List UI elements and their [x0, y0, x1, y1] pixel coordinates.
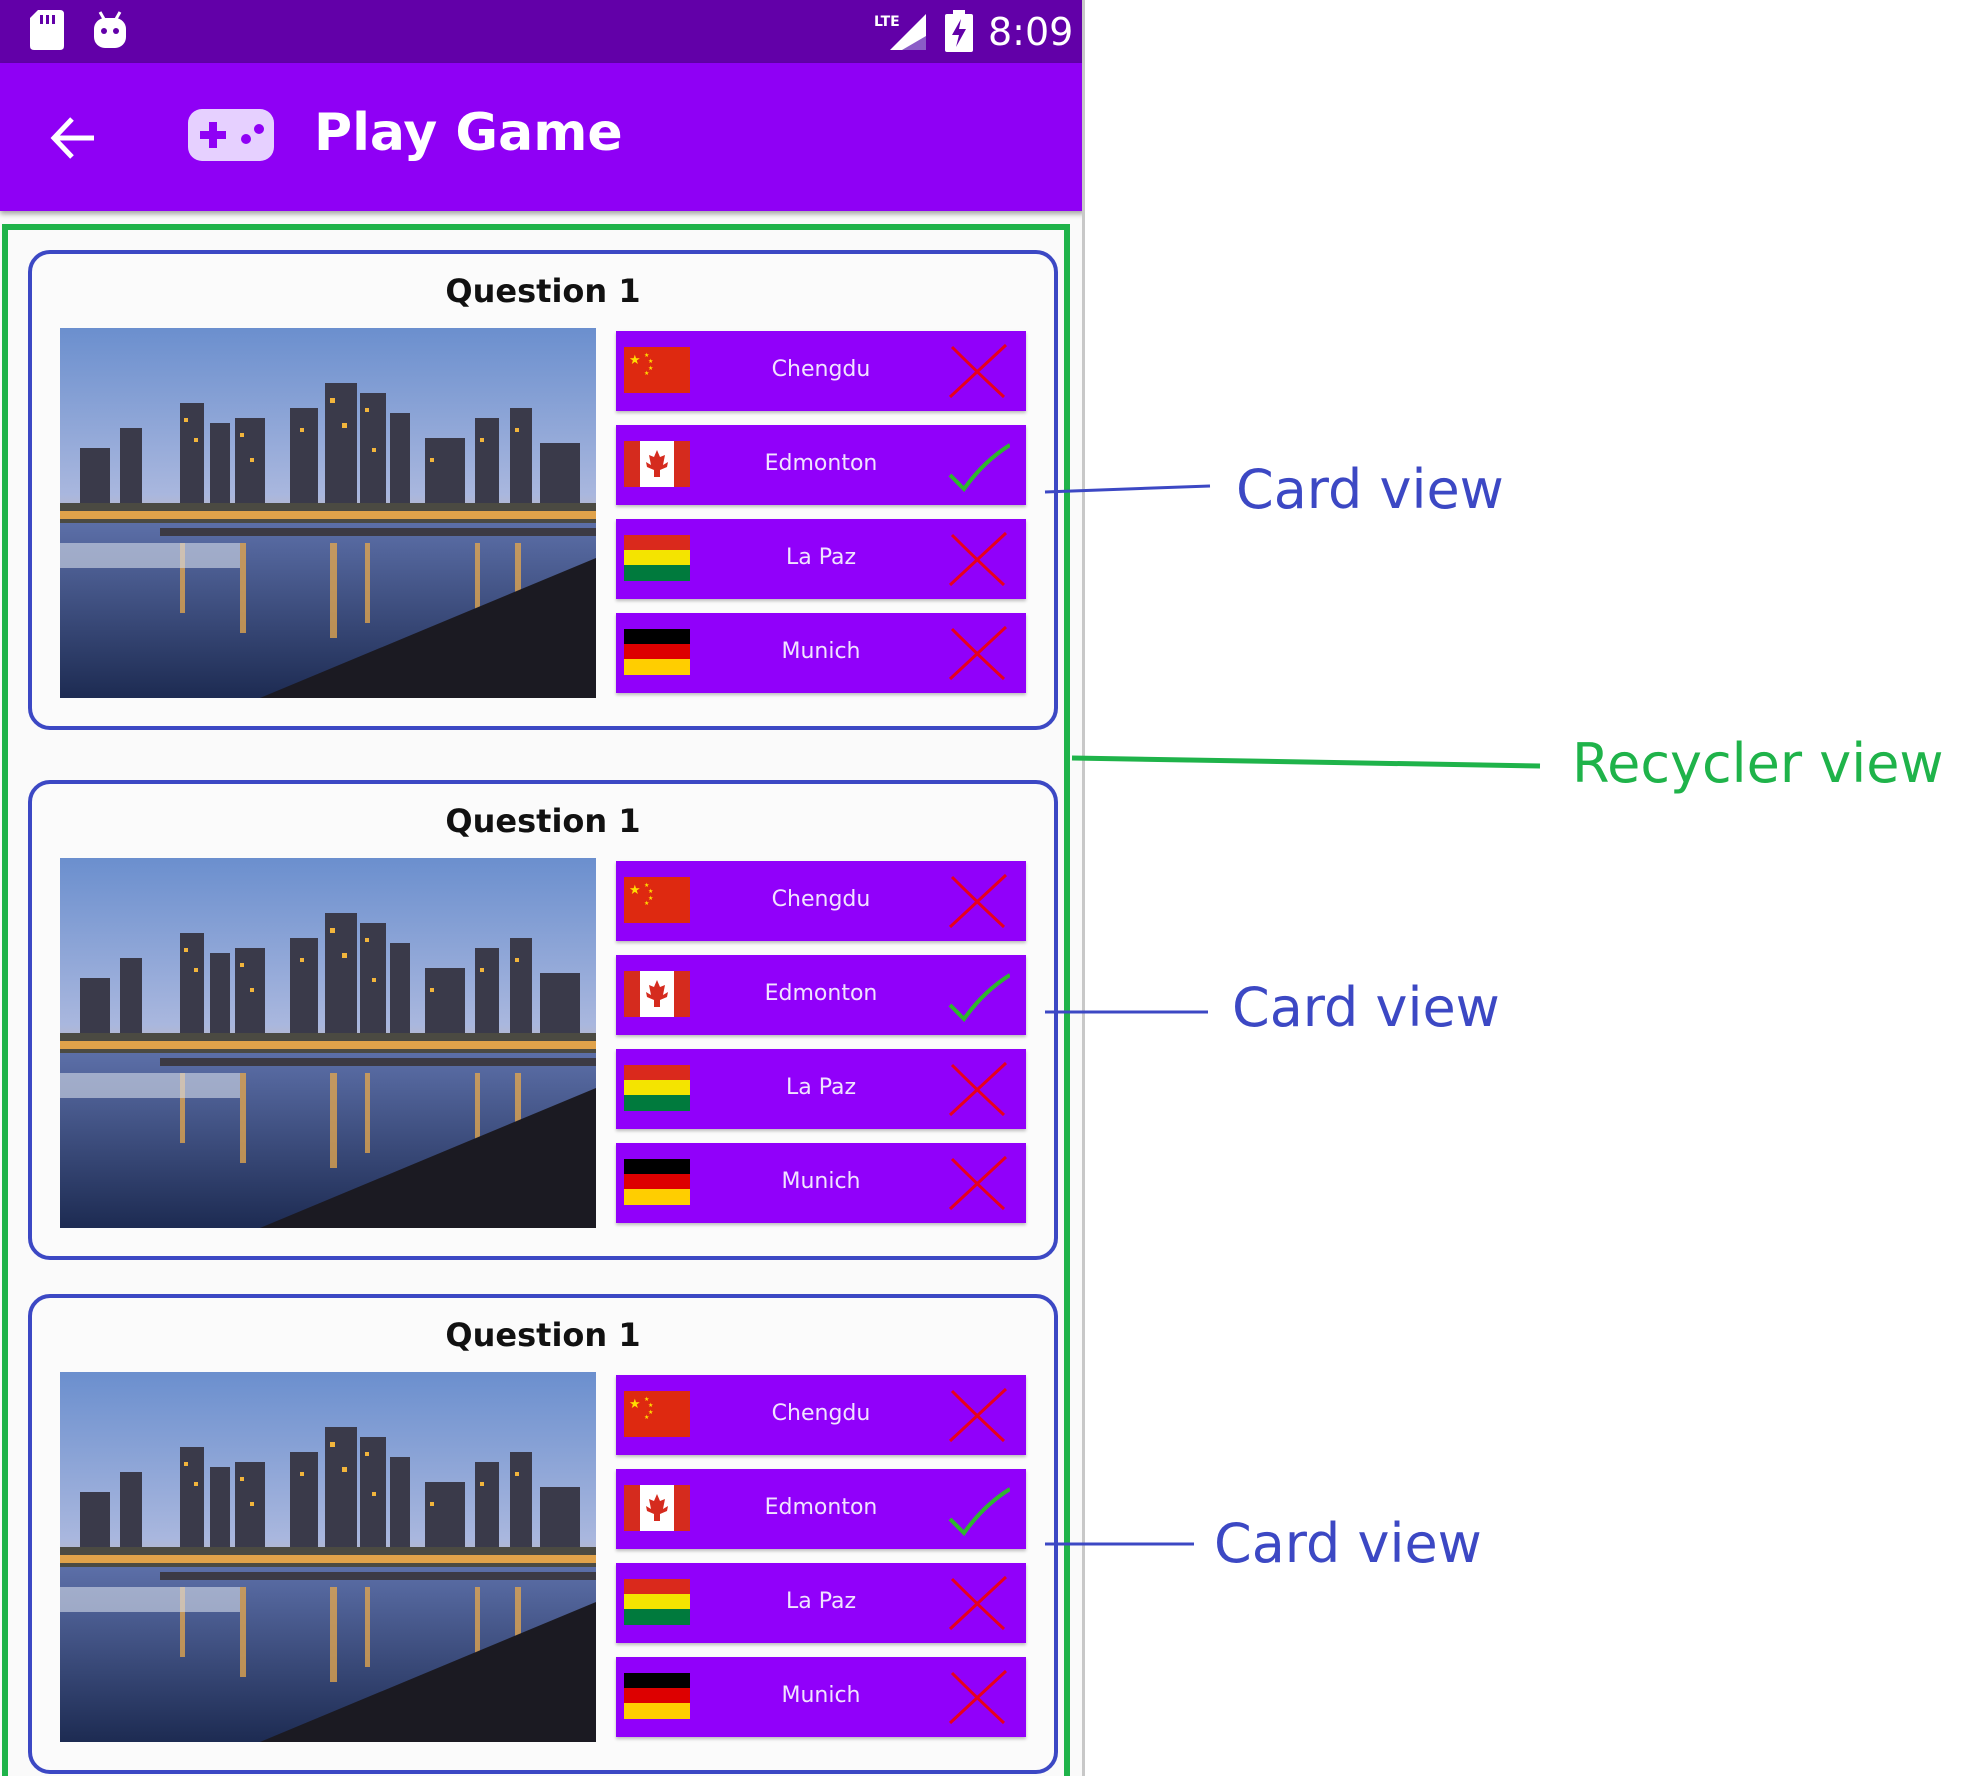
annotation-lines [1044, 484, 1541, 1546]
card-view-callout-line [1044, 484, 1211, 494]
recycler-view-annotation: Recycler view [1572, 732, 1944, 795]
recycler-view-callout-line [1071, 755, 1541, 769]
card-view-annotation: Card view [1214, 1512, 1482, 1575]
card-view-annotation: Card view [1236, 458, 1504, 521]
card-view-annotation: Card view [1232, 976, 1500, 1039]
